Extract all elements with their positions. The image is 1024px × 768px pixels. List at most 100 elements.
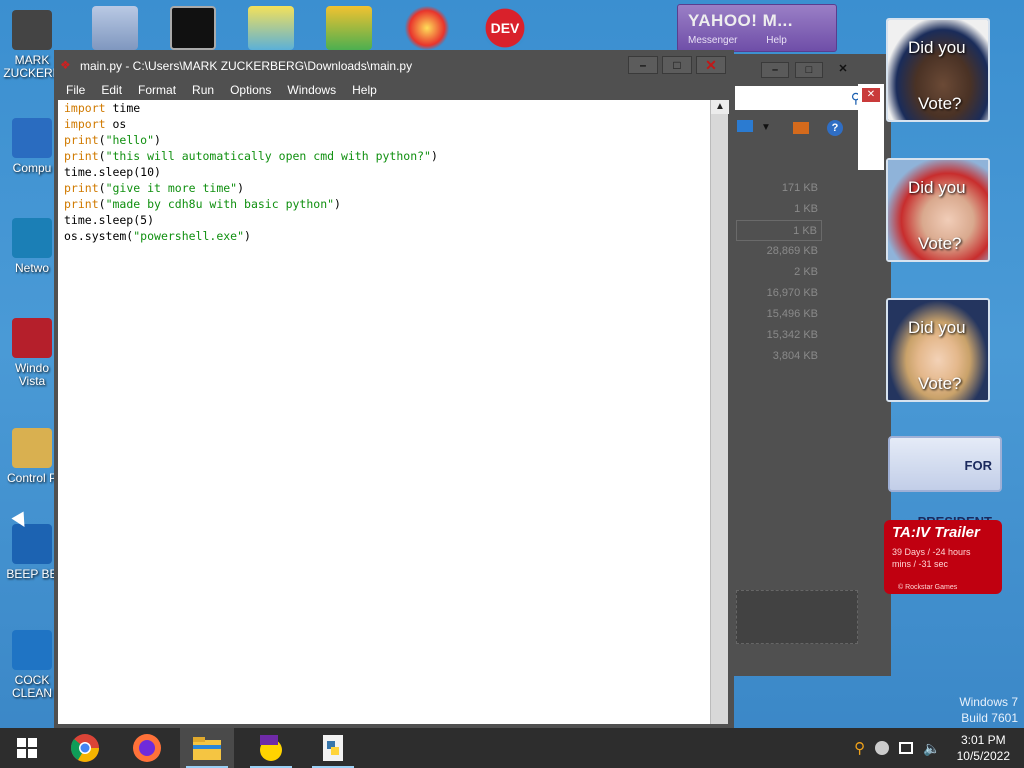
file-size-cell[interactable]: 3,804 KB (736, 346, 822, 367)
windows-logo-icon (17, 738, 37, 758)
network-icon[interactable] (899, 742, 914, 754)
computer-icon (12, 118, 52, 158)
menu-help[interactable]: Help (344, 80, 385, 100)
desktop-icon[interactable]: Windo Vista (2, 318, 62, 388)
menu-format[interactable]: Format (130, 80, 184, 100)
code-text[interactable]: import time import os print("hello") print(… (58, 100, 710, 244)
idle-editor-window[interactable]: ❖ main.py - C:\Users\MARK ZUCKERBERG\Dow… (54, 50, 734, 728)
dev-cpp-icon[interactable]: DEV (482, 6, 528, 50)
clock[interactable]: 3:01 PM 10/5/2022 (957, 732, 1010, 764)
desktop-icon-label: Compu (12, 161, 52, 175)
notepad-icon[interactable] (92, 6, 138, 50)
code-line[interactable]: os.system("powershell.exe") (64, 228, 704, 244)
firefox-icon (133, 734, 161, 762)
taskbar-yahoo-messenger[interactable] (244, 728, 298, 768)
minimize-button[interactable]: – (761, 62, 789, 78)
taskbar-firefox[interactable] (120, 728, 174, 768)
chevron-down-icon[interactable]: ▼ (761, 122, 771, 133)
taskbar-chrome[interactable] (58, 728, 112, 768)
file-size-cell[interactable]: 15,342 KB (736, 325, 822, 346)
maximize-button[interactable]: □ (795, 62, 823, 78)
gta-title: TA:IV Trailer (892, 524, 980, 541)
search-icon[interactable]: ⚲ (854, 739, 865, 757)
view-icon[interactable] (737, 120, 753, 132)
system-tray: ⚲ 🔈 3:01 PM 10/5/2022 (854, 728, 1024, 768)
file-size-cell[interactable]: 16,970 KB (736, 283, 822, 304)
vertical-scrollbar[interactable]: ▲ (710, 100, 729, 724)
close-button[interactable]: ✕ (829, 62, 857, 78)
paint-p-icon[interactable] (404, 6, 450, 50)
code-line[interactable]: import os (64, 116, 704, 132)
volume-icon[interactable]: 🔈 (923, 740, 940, 757)
scroll-up-icon[interactable]: ▲ (711, 100, 729, 114)
code-line[interactable]: print("hello") (64, 132, 704, 148)
windows-watermark: Windows 7 Build 7601 (959, 694, 1018, 726)
code-token: time.sleep(10) (64, 165, 161, 179)
minimize-button[interactable]: – (628, 56, 658, 74)
desktop-icon[interactable]: BEEP BE (2, 524, 62, 581)
desktop-icon[interactable]: COCK CLEAN (2, 630, 62, 700)
yahoo-messenger-window[interactable]: YAHOO! M... Messenger Help (677, 4, 837, 52)
menu-options[interactable]: Options (222, 80, 279, 100)
code-keyword: print (64, 181, 99, 195)
desktop-icon[interactable]: Control P (2, 428, 62, 485)
menu-run[interactable]: Run (184, 80, 222, 100)
gta-countdown-gadget[interactable]: TA:IV Trailer 39 Days / -24 hours mins /… (884, 520, 1002, 594)
code-token: time.sleep(5) (64, 213, 155, 227)
gta-countdown: 39 Days / -24 hours mins / -31 sec (892, 546, 971, 570)
code-token: ( (98, 181, 106, 195)
code-token: ( (98, 197, 106, 211)
vote-gadget-2[interactable]: Did you Vote? (886, 158, 990, 262)
desktop-icon[interactable]: MARK ZUCKERB (2, 10, 62, 80)
taskbar: ⚲ 🔈 3:01 PM 10/5/2022 (0, 728, 1024, 768)
file-size-cell[interactable]: 15,496 KB (736, 304, 822, 325)
file-size-cell[interactable]: 1 KB (736, 199, 822, 220)
bad-piggies-icon[interactable] (326, 6, 372, 50)
preview-pane-icon[interactable] (793, 122, 809, 134)
desktop-icon[interactable]: Compu (2, 118, 62, 175)
desktop-icon-label: Netwo (14, 261, 49, 275)
file-size-cell[interactable]: 28,869 KB (736, 241, 822, 262)
yahoo-menu-messenger[interactable]: Messenger (688, 35, 737, 46)
menu-edit[interactable]: Edit (93, 80, 130, 100)
desktop-icon-label: MARK ZUCKERB (3, 53, 61, 80)
watermark-build: Build 7601 (961, 711, 1018, 725)
window-titlebar[interactable]: ❖ main.py - C:\Users\MARK ZUCKERBERG\Dow… (54, 50, 734, 80)
code-token: os.system( (64, 229, 134, 243)
taskbar-python[interactable] (306, 728, 360, 768)
among-us-icon[interactable] (248, 6, 294, 50)
file-size-cell[interactable]: 171 KB (736, 178, 822, 199)
yahoo-menu-help[interactable]: Help (766, 35, 787, 46)
menu-windows[interactable]: Windows (279, 80, 344, 100)
maximize-button[interactable]: □ (662, 56, 692, 74)
window-title: main.py - C:\Users\MARK ZUCKERBERG\Downl… (80, 59, 413, 73)
close-icon[interactable]: ✕ (862, 88, 880, 102)
code-line[interactable]: import time (64, 100, 704, 116)
chrome-icon (70, 734, 99, 762)
code-line[interactable]: print("this will automatically open cmd … (64, 148, 704, 164)
desktop-icon[interactable]: Netwo (2, 218, 62, 275)
cmd-icon[interactable] (170, 6, 216, 50)
explorer-search-input[interactable]: ⚲ (735, 86, 865, 110)
file-size-cell[interactable]: 2 KB (736, 262, 822, 283)
file-size-cell[interactable]: 1 KB (736, 220, 822, 241)
help-icon[interactable]: ? (827, 120, 843, 136)
gta-countdown-line1: 39 Days / -24 hours (892, 547, 971, 557)
code-line[interactable]: print("give it more time") (64, 180, 704, 196)
code-keyword: print (64, 197, 99, 211)
vote-text-did-you: Did you (908, 38, 966, 57)
vote-gadget-1[interactable]: Did you Vote? (886, 18, 990, 122)
close-button[interactable]: ✕ (696, 56, 726, 74)
code-editor[interactable]: import time import os print("hello") print(… (58, 100, 710, 724)
vote-gadget-3[interactable]: Did you Vote? (886, 298, 990, 402)
folder-icon (193, 737, 221, 760)
president-gadget[interactable]: FOR PRESIDENT (888, 436, 1002, 529)
taskbar-file-explorer[interactable] (180, 728, 234, 768)
messenger-tray-icon[interactable] (875, 741, 890, 755)
network-icon (12, 218, 52, 258)
code-line[interactable]: time.sleep(5) (64, 212, 704, 228)
code-line[interactable]: time.sleep(10) (64, 164, 704, 180)
code-line[interactable]: print("made by cdh8u with basic python") (64, 196, 704, 212)
start-button[interactable] (0, 728, 54, 768)
menu-file[interactable]: File (58, 80, 93, 100)
